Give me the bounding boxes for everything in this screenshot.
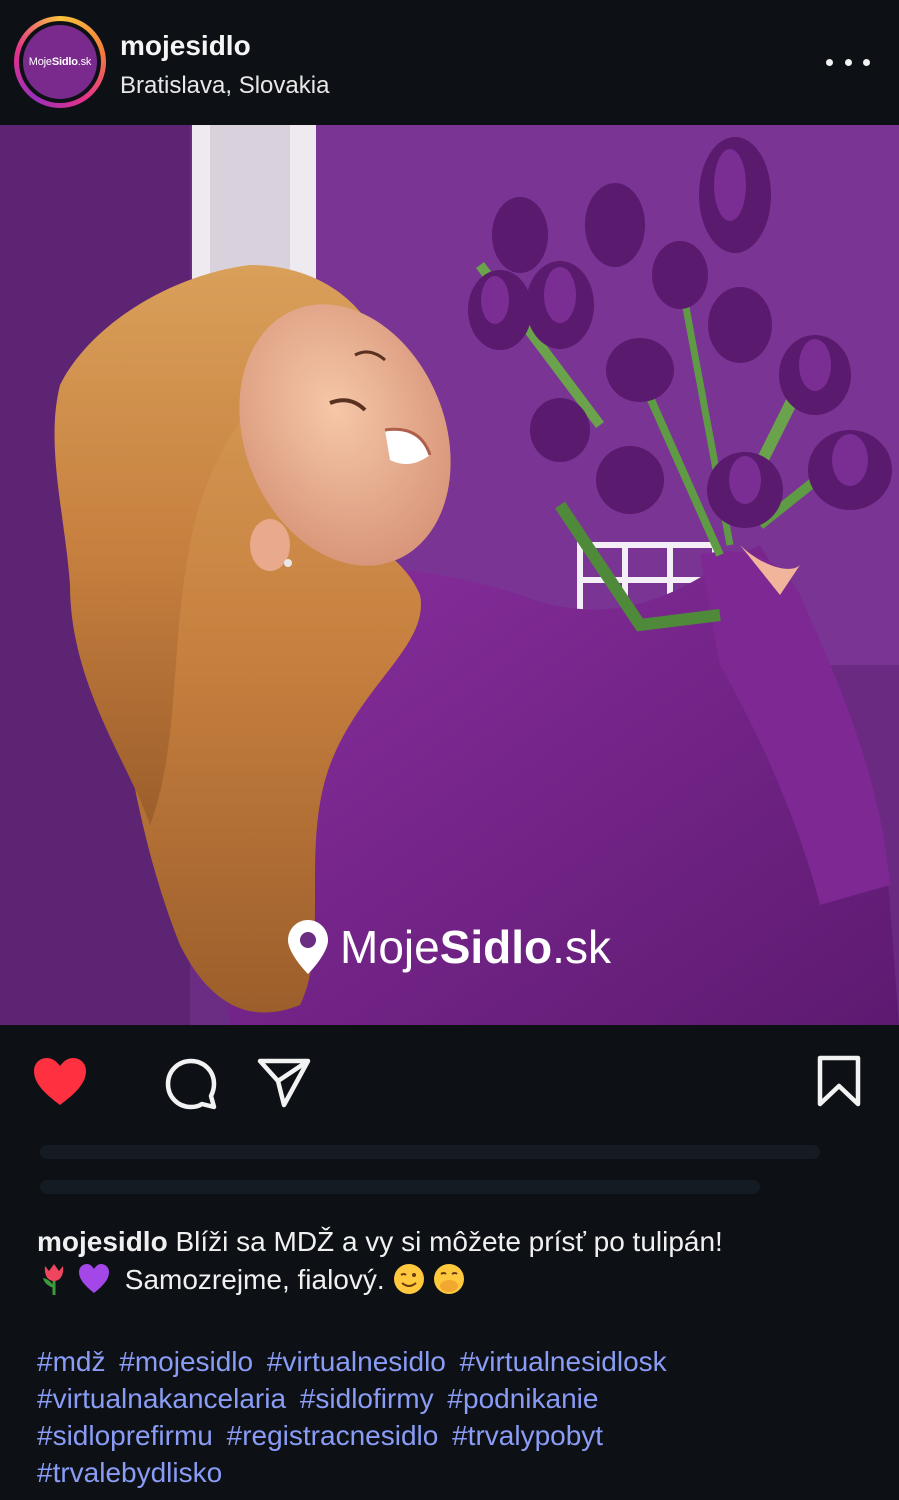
liked-by-placeholder [40, 1180, 760, 1194]
caption-text-line1: Blíži sa MDŽ a vy si môžete prísť po tul… [175, 1226, 723, 1257]
bookmark-icon[interactable] [816, 1055, 862, 1107]
send-icon[interactable] [256, 1057, 312, 1109]
more-options-icon[interactable] [826, 50, 870, 74]
post-caption: mojesidlo Blíži sa MDŽ a vy si môžete pr… [37, 1223, 867, 1299]
hashtag-link[interactable]: #mdž [37, 1346, 105, 1377]
hashtag-link[interactable]: #podnikanie [447, 1383, 598, 1414]
hashtag-link[interactable]: #mojesidlo [119, 1346, 253, 1377]
post-image[interactable]: MojeSidlo.sk [0, 125, 899, 1025]
hashtag-link[interactable]: #sidloprefirmu [37, 1420, 213, 1451]
watermark-text: MojeSidlo.sk [340, 921, 612, 973]
caption-text-line2: Samozrejme, fialový. [124, 1264, 385, 1295]
hashtag-list: #mdž #mojesidlo #virtualnesidlo #virtual… [37, 1343, 877, 1491]
liked-by-placeholder [40, 1145, 820, 1159]
hashtag-link[interactable]: #virtualnesidlosk [460, 1346, 667, 1377]
hashtag-link[interactable]: #sidlofirmy [300, 1383, 434, 1414]
hashtag-link[interactable]: #virtualnesidlo [267, 1346, 446, 1377]
post-header: MojeSidlo.sk mojesidlo Bratislava, Slova… [0, 0, 899, 125]
caption-username[interactable]: mojesidlo [37, 1226, 168, 1257]
avatar[interactable]: MojeSidlo.sk [14, 16, 106, 108]
comment-icon[interactable] [164, 1057, 218, 1111]
heart-filled-icon[interactable] [32, 1057, 88, 1107]
hand-over-mouth-emoji-icon [434, 1264, 465, 1294]
purple-heart-emoji-icon [79, 1264, 109, 1293]
hashtag-link[interactable]: #virtualnakancelaria [37, 1383, 286, 1414]
header-location[interactable]: Bratislava, Slovakia [120, 72, 329, 100]
hashtag-link[interactable]: #registracnesidlo [227, 1420, 439, 1451]
avatar-logo-text: MojeSidlo.sk [28, 56, 92, 68]
action-bar [0, 1025, 899, 1135]
hashtag-link[interactable]: #trvalebydlisko [37, 1457, 222, 1488]
tulip-emoji-icon [43, 1264, 64, 1295]
hashtag-link[interactable]: #trvalypobyt [452, 1420, 603, 1451]
wink-emoji-icon [394, 1264, 425, 1294]
header-username[interactable]: mojesidlo [120, 30, 251, 62]
